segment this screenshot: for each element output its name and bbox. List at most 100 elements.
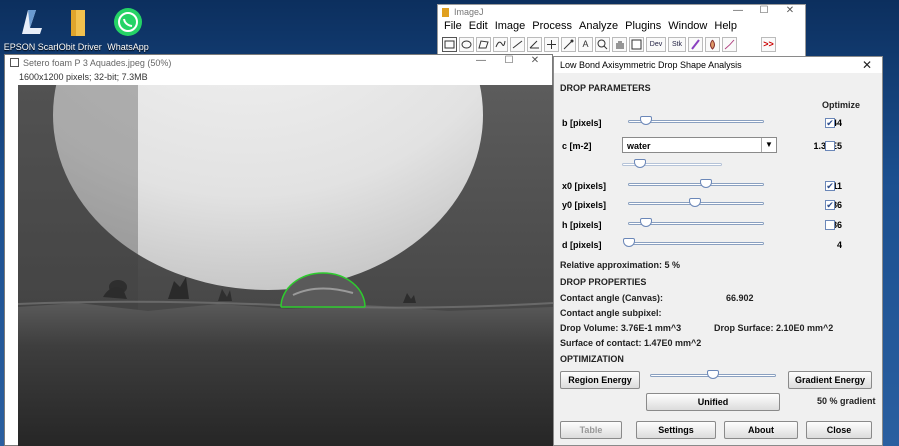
slider-x0[interactable] bbox=[628, 179, 764, 189]
about-button[interactable]: About bbox=[724, 421, 798, 439]
dev-tool-icon[interactable]: Dev bbox=[646, 37, 666, 52]
optimize-checkbox-b[interactable]: ✔ bbox=[825, 118, 835, 128]
optimize-checkbox-h[interactable] bbox=[825, 220, 835, 230]
slider-b[interactable] bbox=[628, 116, 764, 126]
close-icon[interactable]: ✕ bbox=[777, 5, 803, 16]
slider-c-knob[interactable] bbox=[634, 159, 646, 168]
dialog-titlebar[interactable]: Low Bond Axisymmetric Drop Shape Analysi… bbox=[554, 57, 882, 73]
polygon-tool-icon[interactable] bbox=[476, 37, 491, 52]
settings-button[interactable]: Settings bbox=[636, 421, 716, 439]
folder-icon bbox=[62, 6, 96, 40]
slider-d[interactable] bbox=[623, 238, 764, 248]
imagej-menubar: File Edit Image Process Analyze Plugins … bbox=[438, 20, 805, 34]
hand-tool-icon[interactable] bbox=[612, 37, 627, 52]
gradient-energy-button[interactable]: Gradient Energy bbox=[788, 371, 872, 389]
menu-process[interactable]: Process bbox=[532, 20, 572, 34]
brush-tool-icon[interactable] bbox=[688, 37, 703, 52]
contact-angle-subpixel: Contact angle subpixel: bbox=[560, 308, 662, 318]
energy-slider[interactable] bbox=[650, 370, 776, 380]
desktop-icon-label: WhatsApp bbox=[107, 42, 149, 52]
color-picker-tool-icon[interactable] bbox=[629, 37, 644, 52]
param-value-d: 4 bbox=[836, 240, 842, 250]
image-info: 1600x1200 pixels; 32-bit; 7.3MB bbox=[19, 72, 148, 82]
menu-analyze[interactable]: Analyze bbox=[579, 20, 618, 34]
menu-help[interactable]: Help bbox=[714, 20, 737, 34]
drop-properties-heading: DROP PROPERTIES bbox=[560, 277, 647, 287]
imagej-window: ImageJ — ☐ ✕ File Edit Image Process Ana… bbox=[437, 4, 806, 58]
menu-edit[interactable]: Edit bbox=[469, 20, 488, 34]
param-label-x0: x0 [pixels] bbox=[562, 181, 607, 191]
image-canvas[interactable] bbox=[17, 0, 554, 446]
substrate-surface bbox=[18, 303, 553, 446]
menu-image[interactable]: Image bbox=[495, 20, 526, 34]
maximize-icon[interactable]: ☐ bbox=[751, 5, 777, 16]
param-label-c: c [m-2] bbox=[562, 141, 592, 151]
slider-c[interactable] bbox=[622, 159, 722, 169]
oval-tool-icon[interactable] bbox=[459, 37, 474, 52]
imagej-titlebar[interactable]: ImageJ — ☐ ✕ bbox=[438, 5, 805, 20]
freehand-tool-icon[interactable] bbox=[493, 37, 508, 52]
slider-b-knob[interactable] bbox=[639, 116, 652, 125]
slider-y0[interactable] bbox=[628, 198, 764, 208]
minimize-icon[interactable]: — bbox=[468, 55, 494, 66]
imagej-logo-icon bbox=[442, 8, 449, 17]
close-icon[interactable]: ✕ bbox=[862, 58, 872, 72]
optimization-heading: OPTIMIZATION bbox=[560, 354, 624, 364]
optimize-checkbox-y0[interactable]: ✔ bbox=[825, 200, 835, 210]
region-energy-button[interactable]: Region Energy bbox=[560, 371, 640, 389]
angle-tool-icon[interactable] bbox=[527, 37, 542, 52]
image-file-icon bbox=[10, 58, 19, 67]
fluid-dropdown[interactable]: water ▼ bbox=[622, 137, 777, 153]
dialog-title: Low Bond Axisymmetric Drop Shape Analysi… bbox=[560, 60, 742, 70]
drop-volume: Drop Volume: 3.76E-1 mm^3 bbox=[560, 323, 682, 333]
chevron-down-icon[interactable]: ▼ bbox=[761, 138, 776, 152]
image-window-title: Setero foam P 3 Aquades.jpeg (50%) bbox=[23, 58, 172, 68]
contact-angle-value: 66.902 bbox=[726, 293, 754, 303]
optimize-checkbox-c[interactable] bbox=[825, 141, 835, 151]
rectangle-tool-icon[interactable] bbox=[442, 37, 457, 52]
fluid-dropdown-value: water bbox=[627, 141, 651, 151]
whatsapp-icon bbox=[111, 6, 145, 40]
menu-plugins[interactable]: Plugins bbox=[625, 20, 661, 34]
optimize-checkbox-x0[interactable]: ✔ bbox=[825, 181, 835, 191]
maximize-icon[interactable]: ☐ bbox=[496, 55, 522, 66]
unified-button[interactable]: Unified bbox=[646, 393, 780, 411]
stk-tool-icon[interactable]: Stk bbox=[668, 37, 686, 52]
close-button[interactable]: Close bbox=[806, 421, 872, 439]
minimize-icon[interactable]: — bbox=[725, 5, 751, 16]
slider-x0-knob[interactable] bbox=[699, 179, 712, 188]
wand-tool-icon[interactable] bbox=[561, 37, 576, 52]
relative-approximation: Relative approximation: 5 % bbox=[560, 260, 681, 270]
drop-shape-analysis-dialog: Low Bond Axisymmetric Drop Shape Analysi… bbox=[553, 56, 883, 446]
zoom-tool-icon[interactable] bbox=[595, 37, 610, 52]
optimize-label: Optimize bbox=[822, 100, 861, 110]
gradient-percent: 50 % gradient bbox=[817, 396, 876, 406]
drop-surface: Drop Surface: 2.10E0 mm^2 bbox=[714, 323, 834, 333]
energy-slider-knob[interactable] bbox=[707, 370, 719, 379]
close-icon[interactable]: ✕ bbox=[522, 55, 548, 66]
param-label-h: h [pixels] bbox=[562, 220, 602, 230]
desktop-icon-whatsapp[interactable]: WhatsApp bbox=[99, 6, 157, 52]
param-label-y0: y0 [pixels] bbox=[562, 200, 607, 210]
more-tools-icon[interactable]: >> bbox=[761, 37, 776, 52]
image-window: Setero foam P 3 Aquades.jpeg (50%) — ☐ ✕… bbox=[4, 0, 554, 446]
slider-d-knob[interactable] bbox=[623, 238, 636, 247]
epson-scan-icon bbox=[14, 6, 48, 40]
slider-h-knob[interactable] bbox=[639, 218, 652, 227]
menu-file[interactable]: File bbox=[444, 20, 462, 34]
drop-parameters-heading: DROP PARAMETERS bbox=[560, 83, 651, 93]
line-tool-icon[interactable] bbox=[510, 37, 525, 52]
imagej-toolbar: A Dev Stk >> bbox=[442, 37, 776, 52]
text-tool-icon[interactable]: A bbox=[578, 37, 593, 52]
menu-window[interactable]: Window bbox=[668, 20, 707, 34]
param-label-d: d [pixels] bbox=[562, 240, 602, 250]
param-label-b: b [pixels] bbox=[562, 118, 602, 128]
point-tool-icon[interactable] bbox=[544, 37, 559, 52]
slider-y0-knob[interactable] bbox=[688, 198, 701, 207]
table-button[interactable]: Table bbox=[560, 421, 622, 439]
slider-h[interactable] bbox=[628, 218, 764, 228]
contact-angle-label: Contact angle (Canvas): bbox=[560, 293, 664, 303]
dropper-tool-icon[interactable] bbox=[705, 37, 720, 52]
image-window-titlebar[interactable]: Setero foam P 3 Aquades.jpeg (50%) — ☐ ✕ bbox=[5, 55, 552, 71]
pencil-tool-icon[interactable] bbox=[722, 37, 737, 52]
